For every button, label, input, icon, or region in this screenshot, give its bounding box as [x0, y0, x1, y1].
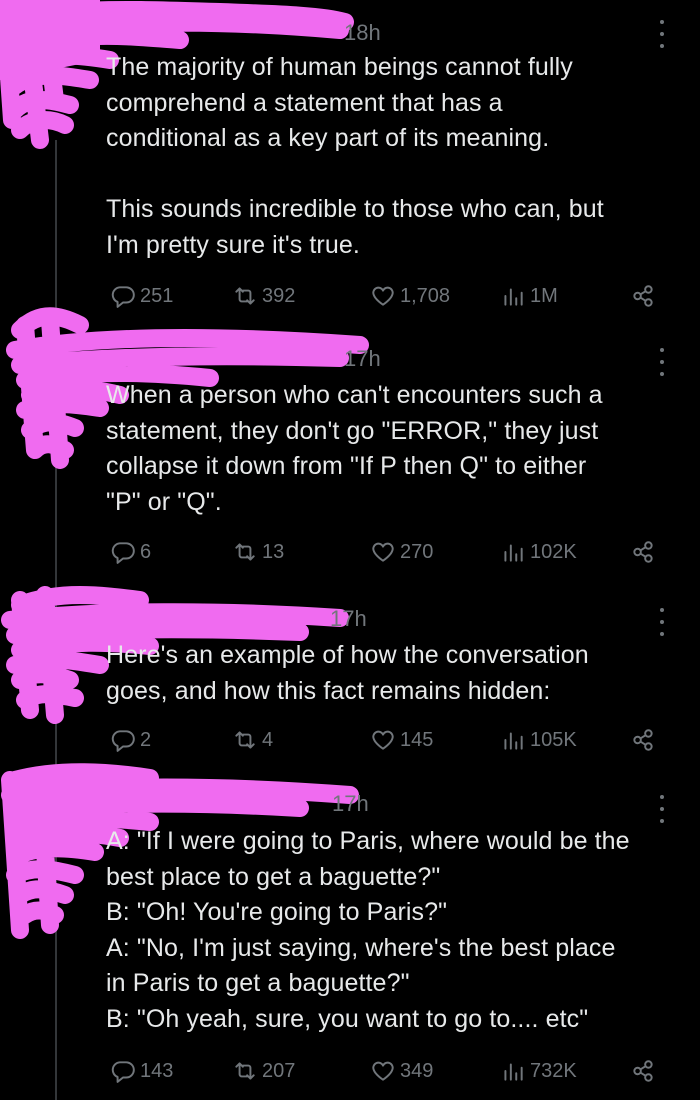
- like-count: 145: [400, 728, 434, 751]
- timestamp[interactable]: 17h: [330, 606, 367, 632]
- timestamp[interactable]: 17h: [332, 791, 369, 817]
- reply-icon: [111, 1061, 135, 1083]
- more-icon[interactable]: [650, 348, 674, 376]
- retweet-button[interactable]: 392: [232, 281, 295, 311]
- more-icon[interactable]: [650, 608, 674, 636]
- views-icon: [504, 544, 523, 562]
- share-icon: [633, 729, 653, 751]
- like-icon: [372, 286, 394, 306]
- share-icon: [633, 285, 653, 307]
- like-button[interactable]: 145: [370, 725, 433, 755]
- more-icon[interactable]: [650, 795, 674, 823]
- reply-button[interactable]: 6: [110, 537, 151, 567]
- like-count: 349: [400, 1059, 434, 1082]
- views-button[interactable]: 1M: [500, 281, 558, 311]
- tweet-actions: 251 392 1,708 1M: [0, 281, 700, 311]
- reply-icon: [111, 542, 135, 564]
- reply-button[interactable]: 143: [110, 1056, 173, 1086]
- reply-button[interactable]: 2: [110, 725, 151, 755]
- share-button[interactable]: [630, 1056, 660, 1086]
- retweet-count: 392: [262, 284, 296, 307]
- tweet-actions: 143 207 349 732K: [0, 1056, 700, 1086]
- like-count: 1,708: [400, 284, 451, 307]
- retweet-button[interactable]: 4: [232, 725, 273, 755]
- reply-button[interactable]: 251: [110, 281, 173, 311]
- retweet-button[interactable]: 207: [232, 1056, 295, 1086]
- views-button[interactable]: 102K: [500, 537, 577, 567]
- views-icon: [504, 288, 523, 306]
- share-button[interactable]: [630, 281, 660, 311]
- reply-count: 2: [140, 728, 152, 751]
- retweet-button[interactable]: 13: [232, 537, 284, 567]
- tweet-text: The majority of human beings cannot full…: [106, 53, 604, 259]
- reply-count: 143: [140, 1059, 174, 1082]
- retweet-count: 13: [262, 540, 285, 563]
- share-button[interactable]: [630, 537, 660, 567]
- retweet-count: 4: [262, 728, 274, 751]
- views-button[interactable]: 732K: [500, 1056, 577, 1086]
- tweet-text: When a person who can't encounters such …: [106, 381, 603, 516]
- retweet-icon: [235, 287, 255, 305]
- like-button[interactable]: 349: [370, 1056, 433, 1086]
- views-icon: [504, 732, 523, 750]
- more-icon[interactable]: [650, 20, 674, 48]
- retweet-icon: [235, 543, 255, 561]
- reply-count: 251: [140, 284, 174, 307]
- share-button[interactable]: [630, 725, 660, 755]
- tweet-text: A: "If I were going to Paris, where woul…: [106, 827, 630, 1033]
- retweet-icon: [235, 731, 255, 749]
- retweet-icon: [235, 1062, 255, 1080]
- like-icon: [372, 1061, 394, 1081]
- reply-icon: [111, 730, 135, 752]
- views-button[interactable]: 105K: [500, 725, 577, 755]
- views-count: 732K: [530, 1059, 577, 1082]
- share-icon: [633, 541, 653, 563]
- like-icon: [372, 542, 394, 562]
- like-icon: [372, 730, 394, 750]
- views-icon: [504, 1063, 523, 1081]
- like-button[interactable]: 1,708: [370, 281, 450, 311]
- reply-icon: [111, 286, 135, 308]
- views-count: 102K: [530, 540, 577, 563]
- like-count: 270: [400, 540, 434, 563]
- timestamp[interactable]: 17h: [344, 346, 381, 372]
- views-count: 1M: [530, 284, 558, 307]
- tweet-actions: 6 13 270 102K: [0, 537, 700, 567]
- views-count: 105K: [530, 728, 577, 751]
- share-icon: [633, 1060, 653, 1082]
- tweet-actions: 2 4 145 105K: [0, 725, 700, 755]
- retweet-count: 207: [262, 1059, 296, 1082]
- like-button[interactable]: 270: [370, 537, 433, 567]
- timestamp[interactable]: 18h: [344, 20, 381, 46]
- tweet-text: Here's an example of how the conversatio…: [106, 641, 589, 705]
- reply-count: 6: [140, 540, 152, 563]
